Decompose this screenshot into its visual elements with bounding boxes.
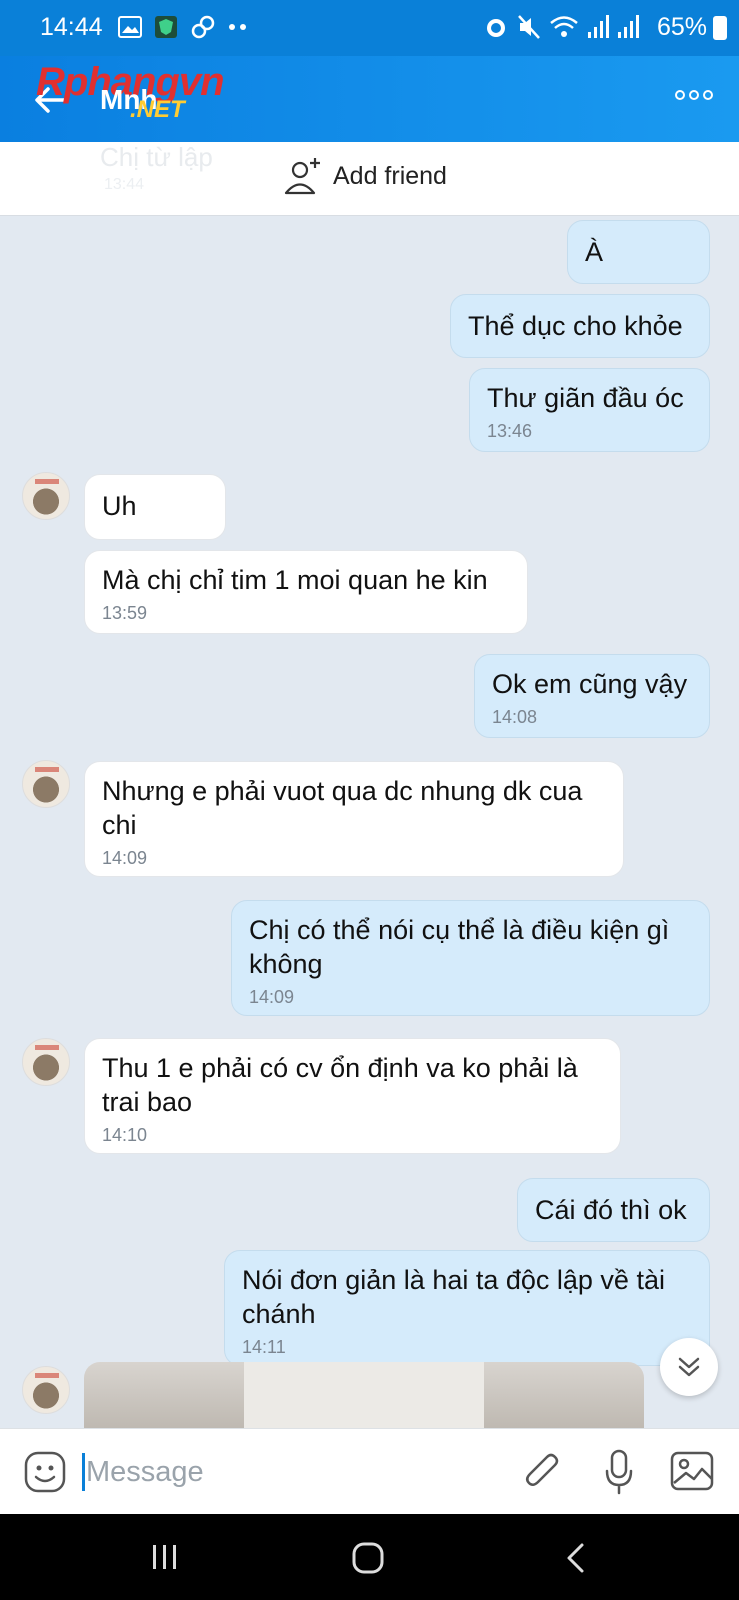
watermark-logo-suffix: .NET	[130, 96, 185, 123]
paperclip-icon[interactable]	[523, 1451, 563, 1493]
message-time: 13:46	[487, 421, 533, 441]
add-friend-bar: Chị từ lập 13:44 Add friend	[0, 142, 739, 216]
message-bubble-out[interactable]: Chị có thể nói cụ thể là điều kiện gì kh…	[231, 900, 710, 1016]
message-bubble-in[interactable]: Uh	[84, 474, 226, 540]
message-input-bar	[0, 1428, 739, 1514]
status-time: 14:44	[40, 13, 103, 41]
message-input[interactable]	[86, 1449, 486, 1495]
text-caret	[82, 1453, 85, 1491]
add-friend-label: Add friend	[333, 161, 447, 190]
message-bubble-out[interactable]: Thể dục cho khỏe	[450, 294, 710, 358]
image-gallery-icon[interactable]	[670, 1451, 714, 1491]
message-bubble-out[interactable]: Nói đơn giản là hai ta độc lập về tài ch…	[224, 1250, 710, 1366]
alarm-icon	[487, 19, 505, 37]
message-bubble-in[interactable]: Mà chị chỉ tim 1 moi quan he kin 13:59	[84, 550, 528, 634]
contact-avatar[interactable]	[22, 472, 70, 520]
message-time: 13:59	[102, 603, 148, 623]
message-text: Ok em cũng vậy	[492, 669, 688, 699]
message-bubble-out[interactable]: Cái đó thì ok	[517, 1178, 710, 1242]
message-text: Chị có thể nói cụ thể là điều kiện gì kh…	[249, 915, 670, 979]
contact-avatar[interactable]	[22, 1366, 70, 1414]
chat-header: Rphangvn Mnh .NET	[0, 56, 739, 142]
microphone-icon[interactable]	[604, 1449, 634, 1495]
message-time: 14:08	[492, 707, 538, 727]
more-options-icon[interactable]	[675, 90, 713, 100]
ghost-preview-time: 13:44	[104, 176, 145, 193]
message-text: Thể dục cho khỏe	[468, 311, 683, 341]
image-icon	[118, 16, 142, 38]
add-user-icon	[284, 158, 320, 195]
message-time: 14:11	[242, 1337, 286, 1357]
recent-apps-icon[interactable]	[150, 1544, 180, 1570]
more-dots-icon	[229, 24, 246, 30]
message-bubble-in[interactable]: Nhưng e phải vuot qua dc nhung dk cua ch…	[84, 761, 624, 877]
contact-avatar[interactable]	[22, 760, 70, 808]
message-text: Mà chị chỉ tim 1 moi quan he kin	[102, 565, 488, 595]
wifi-icon	[550, 16, 578, 37]
scroll-to-bottom-button[interactable]	[660, 1338, 718, 1396]
home-icon[interactable]	[352, 1542, 384, 1574]
ghost-preview-text: Chị từ lập	[100, 142, 213, 172]
link-icon	[191, 15, 215, 39]
signal-icon	[618, 15, 639, 38]
message-text: Nói đơn giản là hai ta độc lập về tài ch…	[242, 1265, 665, 1329]
message-bubble-out[interactable]: Thư giãn đầu óc 13:46	[469, 368, 710, 452]
add-friend-button[interactable]: Add friend	[283, 156, 447, 196]
message-bubble-out[interactable]: À	[567, 220, 710, 284]
message-time: 14:09	[249, 987, 295, 1007]
message-text: Cái đó thì ok	[535, 1195, 687, 1225]
message-bubble-in[interactable]: Thu 1 e phải có cv ổn định va ko phải là…	[84, 1038, 621, 1154]
signal-icon	[588, 15, 609, 38]
chat-messages[interactable]: À Thể dục cho khỏe Thư giãn đầu óc 13:46…	[0, 216, 739, 1428]
message-text: Thu 1 e phải có cv ổn định va ko phải là…	[102, 1053, 578, 1117]
message-text: Nhưng e phải vuot qua dc nhung dk cua ch…	[102, 776, 583, 840]
double-chevron-down-icon	[678, 1357, 700, 1377]
emoji-icon[interactable]	[24, 1451, 66, 1493]
message-time: 14:09	[102, 848, 148, 868]
message-time: 14:10	[102, 1125, 148, 1145]
message-text: Thư giãn đầu óc	[487, 383, 684, 413]
mute-icon	[518, 15, 540, 39]
system-navigation-bar	[0, 1514, 739, 1600]
message-text: Uh	[102, 491, 137, 521]
shield-app-icon	[155, 16, 177, 38]
status-bar: 14:44 65%	[0, 0, 739, 56]
photo-message[interactable]	[84, 1362, 644, 1428]
back-nav-icon[interactable]	[564, 1542, 586, 1574]
message-text: À	[585, 237, 604, 267]
battery-percent: 65%	[656, 13, 707, 41]
battery-icon	[713, 16, 727, 40]
contact-avatar[interactable]	[22, 1038, 70, 1086]
message-bubble-out[interactable]: Ok em cũng vậy 14:08	[474, 654, 710, 738]
